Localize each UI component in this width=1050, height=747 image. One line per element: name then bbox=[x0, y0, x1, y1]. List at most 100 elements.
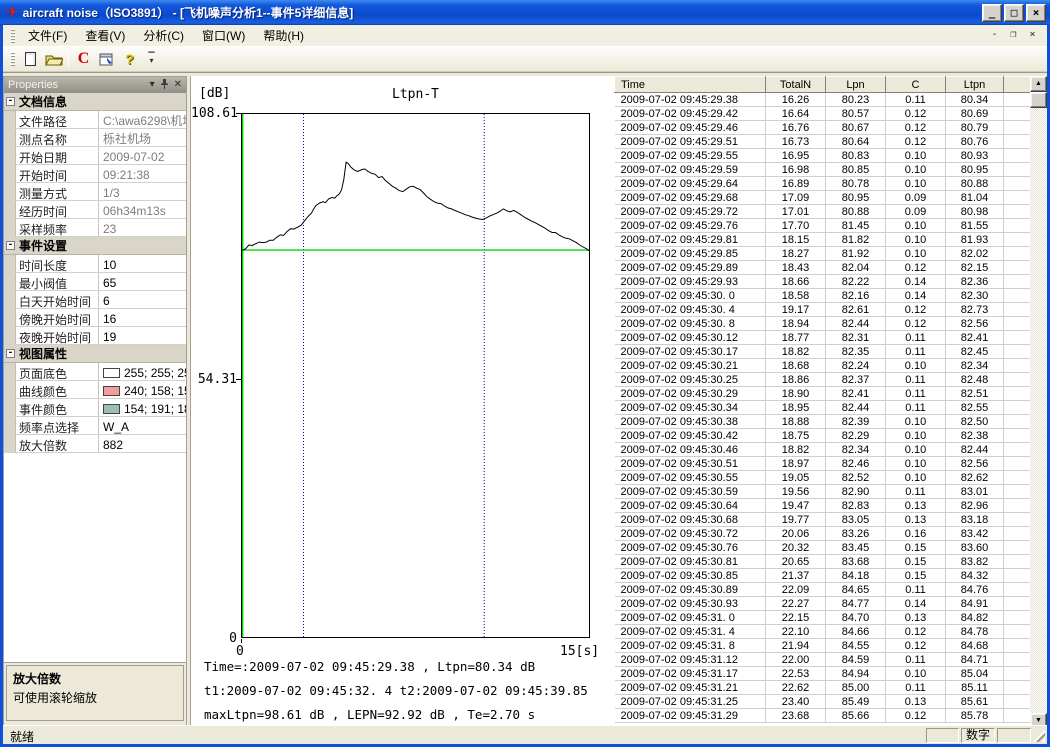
menu-item-file[interactable]: 文件(F) bbox=[19, 24, 76, 47]
section-header-event-settings[interactable]: -事件设置 bbox=[4, 237, 186, 255]
property-row[interactable]: 频率点选择W_A bbox=[4, 417, 186, 435]
table-row[interactable]: 2009-07-02 09:45:30.8922.0984.650.1184.7… bbox=[615, 583, 1032, 597]
menu-item-window[interactable]: 窗口(W) bbox=[193, 24, 254, 47]
property-value[interactable]: 16 bbox=[99, 309, 186, 326]
table-row[interactable]: 2009-07-02 09:45:30.7220.0683.260.1683.4… bbox=[615, 527, 1032, 541]
mdi-restore-button[interactable]: ❐ bbox=[1005, 28, 1022, 43]
table-row[interactable]: 2009-07-02 09:45:31.2923.6885.660.1285.7… bbox=[615, 709, 1032, 723]
table-row[interactable]: 2009-07-02 09:45:30.2518.8682.370.1182.4… bbox=[615, 373, 1032, 387]
close-panel-icon[interactable]: ✕ bbox=[174, 80, 182, 90]
table-row[interactable]: 2009-07-02 09:45:30.3818.8882.390.1082.5… bbox=[615, 415, 1032, 429]
maximize-button[interactable]: □ bbox=[1004, 4, 1024, 22]
property-row[interactable]: 最小阀值65 bbox=[4, 273, 186, 291]
collapse-icon[interactable]: - bbox=[6, 97, 15, 106]
property-row[interactable]: 页面底色255; 255; 25 bbox=[4, 363, 186, 381]
mdi-minimize-button[interactable]: - bbox=[986, 28, 1003, 43]
pin-icon[interactable] bbox=[160, 79, 169, 92]
table-row[interactable]: 2009-07-02 09:45:30.6819.7783.050.1383.1… bbox=[615, 513, 1032, 527]
table-row[interactable]: 2009-07-02 09:45:30.9322.2784.770.1484.9… bbox=[615, 597, 1032, 611]
color-swatch[interactable] bbox=[103, 386, 120, 396]
toolbar-overflow-button[interactable]: ▔▾ bbox=[145, 49, 158, 69]
mdi-close-button[interactable]: × bbox=[1024, 28, 1041, 43]
table-row[interactable]: 2009-07-02 09:45:30.7620.3283.450.1583.6… bbox=[615, 541, 1032, 555]
property-row[interactable]: 事件颜色154; 191; 18 bbox=[4, 399, 186, 417]
table-row[interactable]: 2009-07-02 09:45:30.5519.0582.520.1082.6… bbox=[615, 471, 1032, 485]
properties-button[interactable] bbox=[95, 48, 118, 70]
table-row[interactable]: 2009-07-02 09:45:29.8918.4382.040.1282.1… bbox=[615, 261, 1032, 275]
property-row[interactable]: 傍晚开始时间16 bbox=[4, 309, 186, 327]
property-value[interactable]: 65 bbox=[99, 273, 186, 290]
property-row[interactable]: 曲线颜色240; 158; 15 bbox=[4, 381, 186, 399]
color-swatch[interactable] bbox=[103, 368, 120, 378]
property-row[interactable]: 白天开始时间6 bbox=[4, 291, 186, 309]
table-row[interactable]: 2009-07-02 09:45:29.5516.9580.830.1080.9… bbox=[615, 149, 1032, 163]
property-value[interactable]: 2009-07-02 bbox=[99, 147, 186, 164]
column-header-ltpn[interactable]: Ltpn bbox=[946, 77, 1004, 93]
collapse-icon[interactable]: - bbox=[6, 349, 15, 358]
property-value[interactable]: 255; 255; 25 bbox=[99, 363, 186, 380]
table-row[interactable]: 2009-07-02 09:45:29.7217.0180.880.0980.9… bbox=[615, 205, 1032, 219]
property-row[interactable]: 夜晚开始时间19 bbox=[4, 327, 186, 345]
property-value[interactable]: 1/3 bbox=[99, 183, 186, 200]
new-file-button[interactable] bbox=[19, 48, 42, 70]
table-row[interactable]: 2009-07-02 09:45:30.1218.7782.310.1182.4… bbox=[615, 331, 1032, 345]
open-file-button[interactable] bbox=[42, 48, 65, 70]
section-header-doc-info[interactable]: -文档信息 bbox=[4, 93, 186, 111]
property-row[interactable]: 测点名称栎社机场 bbox=[4, 129, 186, 147]
table-row[interactable]: 2009-07-02 09:45:29.8118.1581.820.1081.9… bbox=[615, 233, 1032, 247]
table-row[interactable]: 2009-07-02 09:45:30.3418.9582.440.1182.5… bbox=[615, 401, 1032, 415]
help-button[interactable]: ? bbox=[118, 48, 141, 70]
resize-grip[interactable] bbox=[1033, 730, 1045, 742]
property-row[interactable]: 放大倍数882 bbox=[4, 435, 186, 453]
vertical-scrollbar[interactable]: ▲ ▼ bbox=[1030, 76, 1047, 729]
property-value[interactable]: 154; 191; 18 bbox=[99, 399, 186, 416]
table-row[interactable]: 2009-07-02 09:45:31.2122.6285.000.1185.1… bbox=[615, 681, 1032, 695]
property-row[interactable]: 测量方式1/3 bbox=[4, 183, 186, 201]
analysis-c-button[interactable]: C bbox=[72, 48, 95, 70]
table-row[interactable]: 2009-07-02 09:45:29.5916.9880.850.1080.9… bbox=[615, 163, 1032, 177]
table-row[interactable]: 2009-07-02 09:45:29.6817.0980.950.0981.0… bbox=[615, 191, 1032, 205]
close-button[interactable]: × bbox=[1026, 4, 1046, 22]
property-row[interactable]: 时间长度10 bbox=[4, 255, 186, 273]
table-row[interactable]: 2009-07-02 09:45:30.2918.9082.410.1182.5… bbox=[615, 387, 1032, 401]
menu-item-view[interactable]: 查看(V) bbox=[76, 24, 134, 47]
color-swatch[interactable] bbox=[103, 404, 120, 414]
table-row[interactable]: 2009-07-02 09:45:29.5116.7380.640.1280.7… bbox=[615, 135, 1032, 149]
table-row[interactable]: 2009-07-02 09:45:29.6416.8980.780.1080.8… bbox=[615, 177, 1032, 191]
collapse-icon[interactable]: - bbox=[6, 241, 15, 250]
table-row[interactable]: 2009-07-02 09:45:29.8518.2781.920.1082.0… bbox=[615, 247, 1032, 261]
column-header-lpn[interactable]: Lpn bbox=[826, 77, 886, 93]
table-row[interactable]: 2009-07-02 09:45:30. 018.5882.160.1482.3… bbox=[615, 289, 1032, 303]
toolbar-grip[interactable] bbox=[11, 52, 15, 66]
property-value[interactable]: 882 bbox=[99, 435, 186, 452]
minimize-button[interactable]: _ bbox=[982, 4, 1002, 22]
property-row[interactable]: 采样频率23 bbox=[4, 219, 186, 237]
chevron-down-icon[interactable]: ▾ bbox=[150, 80, 155, 90]
table-row[interactable]: 2009-07-02 09:45:31.1722.5384.940.1085.0… bbox=[615, 667, 1032, 681]
column-header-c[interactable]: C bbox=[886, 77, 946, 93]
property-value[interactable]: 栎社机场 bbox=[99, 129, 186, 146]
table-row[interactable]: 2009-07-02 09:45:30.5118.9782.460.1082.5… bbox=[615, 457, 1032, 471]
table-row[interactable]: 2009-07-02 09:45:30.5919.5682.900.1183.0… bbox=[615, 485, 1032, 499]
property-row[interactable]: 经历时间06h34m13s bbox=[4, 201, 186, 219]
table-row[interactable]: 2009-07-02 09:45:30.8120.6583.680.1583.8… bbox=[615, 555, 1032, 569]
table-row[interactable]: 2009-07-02 09:45:31.1222.0084.590.1184.7… bbox=[615, 653, 1032, 667]
table-row[interactable]: 2009-07-02 09:45:29.7617.7081.450.1081.5… bbox=[615, 219, 1032, 233]
table-row[interactable]: 2009-07-02 09:45:31. 422.1084.660.1284.7… bbox=[615, 625, 1032, 639]
property-value[interactable]: W_A bbox=[99, 417, 186, 434]
table-row[interactable]: 2009-07-02 09:45:30.4618.8282.340.1082.4… bbox=[615, 443, 1032, 457]
table-row[interactable]: 2009-07-02 09:45:30.4218.7582.290.1082.3… bbox=[615, 429, 1032, 443]
menu-item-analysis[interactable]: 分析(C) bbox=[134, 24, 193, 47]
property-value[interactable]: 10 bbox=[99, 255, 186, 272]
table-row[interactable]: 2009-07-02 09:45:31. 022.1584.700.1384.8… bbox=[615, 611, 1032, 625]
property-row[interactable]: 开始日期2009-07-02 bbox=[4, 147, 186, 165]
table-row[interactable]: 2009-07-02 09:45:30.2118.6882.240.1082.3… bbox=[615, 359, 1032, 373]
table-row[interactable]: 2009-07-02 09:45:30.1718.8282.350.1182.4… bbox=[615, 345, 1032, 359]
menubar-grip[interactable] bbox=[11, 29, 15, 43]
table-row[interactable]: 2009-07-02 09:45:29.3816.2680.230.1180.3… bbox=[615, 93, 1032, 107]
menu-item-help[interactable]: 帮助(H) bbox=[254, 24, 313, 47]
property-value[interactable]: 19 bbox=[99, 327, 186, 344]
table-row[interactable]: 2009-07-02 09:45:31. 821.9484.550.1284.6… bbox=[615, 639, 1032, 653]
table-row[interactable]: 2009-07-02 09:45:29.9318.6682.220.1482.3… bbox=[615, 275, 1032, 289]
table-row[interactable]: 2009-07-02 09:45:30.8521.3784.180.1584.3… bbox=[615, 569, 1032, 583]
